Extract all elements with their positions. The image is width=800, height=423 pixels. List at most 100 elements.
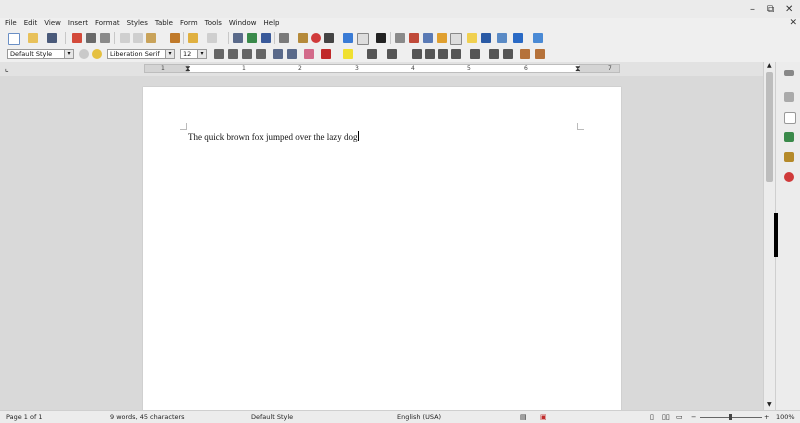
line-spacing-icon[interactable] (470, 49, 480, 59)
language[interactable]: English (USA) (397, 413, 441, 421)
increase-spacing-icon[interactable] (489, 49, 499, 59)
cut-icon[interactable] (120, 33, 130, 43)
gallery-icon[interactable] (784, 152, 794, 162)
table-icon[interactable] (279, 33, 289, 43)
page-icon[interactable] (784, 112, 796, 124)
bold-icon[interactable] (214, 49, 224, 59)
zoom-level[interactable]: 100% (776, 413, 795, 421)
menu-item-window[interactable]: Window (226, 19, 261, 27)
increase-indent-icon[interactable] (520, 49, 530, 59)
special-character-icon[interactable] (376, 33, 386, 43)
scroll-up-icon[interactable]: ▲ (767, 62, 772, 69)
document-close-button[interactable]: ✕ (789, 18, 797, 28)
line-icon[interactable] (497, 33, 507, 43)
multi-page-view-icon[interactable]: ▯▯ (662, 413, 670, 421)
image-icon[interactable] (298, 33, 308, 43)
clone-formatting-icon[interactable] (170, 33, 180, 43)
redo-icon[interactable] (207, 33, 217, 43)
print-icon[interactable] (86, 33, 96, 43)
menu-item-format[interactable]: Format (92, 19, 124, 27)
hyperlink-icon[interactable] (395, 33, 405, 43)
font-name-dropdown[interactable]: Liberation Serif ▾ (107, 49, 175, 59)
new-document-icon[interactable] (8, 33, 20, 45)
tab-stop-icon[interactable]: ⌞ (5, 64, 9, 73)
decrease-spacing-icon[interactable] (503, 49, 513, 59)
scroll-thumb[interactable] (766, 72, 773, 182)
export-pdf-icon[interactable] (72, 33, 82, 43)
zoom-in-icon[interactable]: + (764, 413, 769, 421)
field-icon[interactable] (357, 33, 369, 45)
align-left-icon[interactable] (412, 49, 422, 59)
text-box-icon[interactable] (324, 33, 334, 43)
insert-mode-icon[interactable]: ▤ (520, 413, 527, 421)
cross-reference-icon[interactable] (423, 33, 433, 43)
underline-icon[interactable] (242, 49, 252, 59)
single-page-view-icon[interactable]: ▯ (650, 413, 654, 421)
restore-button[interactable]: ⧉ (767, 4, 774, 15)
comment-icon[interactable] (450, 33, 462, 45)
menu-item-edit[interactable]: Edit (21, 19, 42, 27)
page-break-icon[interactable] (343, 33, 353, 43)
align-right-icon[interactable] (438, 49, 448, 59)
zoom-out-icon[interactable]: − (691, 413, 696, 421)
indent-marker-icon[interactable]: ⧗ (185, 64, 191, 74)
page-style[interactable]: Default Style (251, 413, 293, 421)
document-text[interactable]: The quick brown fox jumped over the lazy… (188, 131, 360, 142)
undo-icon[interactable] (188, 33, 198, 43)
basic-shapes-icon[interactable] (513, 33, 523, 43)
word-count[interactable]: 9 words, 45 characters (110, 413, 185, 421)
copy-icon[interactable] (133, 33, 143, 43)
clear-formatting-icon[interactable] (304, 49, 314, 59)
menu-item-file[interactable]: File (2, 19, 21, 27)
highlighting-icon[interactable] (343, 49, 353, 59)
find-replace-icon[interactable] (233, 33, 243, 43)
strikethrough-icon[interactable] (256, 49, 266, 59)
spelling-icon[interactable] (247, 33, 257, 43)
sidebar-collapse-handle[interactable] (774, 213, 778, 257)
font-color-icon[interactable] (321, 49, 331, 59)
navigator-icon[interactable] (784, 172, 794, 182)
bullets-icon[interactable] (367, 49, 377, 59)
styles-icon[interactable] (784, 132, 794, 142)
close-button[interactable]: ✕ (785, 4, 793, 15)
font-size-dropdown[interactable]: 12 ▾ (180, 49, 207, 59)
align-center-icon[interactable] (425, 49, 435, 59)
navigator-icon[interactable] (481, 33, 491, 43)
menu-item-form[interactable]: Form (177, 19, 202, 27)
numbering-icon[interactable] (387, 49, 397, 59)
menu-item-insert[interactable]: Insert (65, 19, 92, 27)
draw-functions-icon[interactable] (533, 33, 543, 43)
subscript-icon[interactable] (287, 49, 297, 59)
sidebar-menu-icon[interactable] (784, 70, 794, 76)
properties-icon[interactable] (784, 92, 794, 102)
right-indent-marker-icon[interactable]: ⧗ (575, 64, 581, 74)
new-style-icon[interactable] (92, 49, 102, 59)
footnote-icon[interactable] (409, 33, 419, 43)
horizontal-ruler[interactable]: 1 1 2 3 4 5 6 7 ⧗ ⧗ (144, 64, 620, 73)
update-style-icon[interactable] (79, 49, 89, 59)
italic-icon[interactable] (228, 49, 238, 59)
formatting-marks-icon[interactable] (261, 33, 271, 43)
document-page[interactable]: The quick brown fox jumped over the lazy… (143, 87, 621, 410)
zoom-slider-thumb[interactable] (729, 414, 732, 420)
menu-item-tools[interactable]: Tools (202, 19, 226, 27)
menu-item-help[interactable]: Help (261, 19, 284, 27)
menu-item-table[interactable]: Table (152, 19, 177, 27)
page-count[interactable]: Page 1 of 1 (6, 413, 42, 421)
digital-signature-icon[interactable]: ▣ (540, 413, 547, 421)
paste-icon[interactable] (146, 33, 156, 43)
minimize-button[interactable]: – (750, 4, 755, 15)
superscript-icon[interactable] (273, 49, 283, 59)
print-preview-icon[interactable] (100, 33, 110, 43)
chart-icon[interactable] (311, 33, 321, 43)
open-icon[interactable] (28, 33, 38, 43)
save-icon[interactable] (47, 33, 57, 43)
justify-icon[interactable] (451, 49, 461, 59)
paragraph-style-dropdown[interactable]: Default Style ▾ (7, 49, 74, 59)
scroll-down-icon[interactable]: ▼ (767, 401, 772, 408)
menu-item-styles[interactable]: Styles (124, 19, 152, 27)
track-changes-icon[interactable] (467, 33, 477, 43)
bookmark-icon[interactable] (437, 33, 447, 43)
menu-item-view[interactable]: View (41, 19, 65, 27)
book-view-icon[interactable]: ▭ (676, 413, 683, 421)
